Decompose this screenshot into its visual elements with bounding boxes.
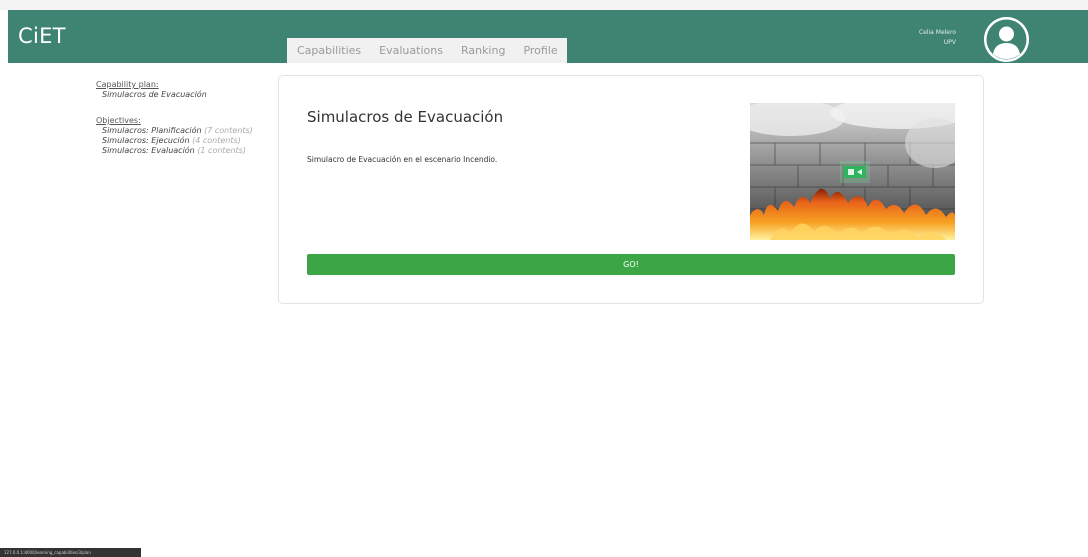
objective-label: Simulacros: Planificación	[102, 126, 202, 135]
capability-plan-heading: Capability plan:	[96, 80, 159, 89]
capability-card: Simulacros de Evacuación Simulacro de Ev…	[278, 75, 984, 304]
fire-scene-illustration	[750, 103, 955, 240]
user-icon	[984, 17, 1029, 62]
user-name: Celia Melero	[918, 29, 956, 36]
scenario-image	[750, 103, 955, 240]
capability-sidebar: Capability plan: Simulacros de Evacuació…	[96, 80, 266, 156]
objective-item[interactable]: Simulacros: Ejecución (4 contents)	[96, 136, 266, 146]
app-window: CiET Capabilities Evaluations Ranking Pr…	[0, 0, 1088, 557]
avatar[interactable]	[984, 17, 1029, 62]
objective-label: Simulacros: Evaluación	[102, 146, 195, 155]
objective-count: (4 contents)	[192, 136, 241, 145]
objective-label: Simulacros: Ejecución	[102, 136, 190, 145]
user-org: UPV	[943, 39, 956, 46]
objective-count: (1 contents)	[197, 146, 246, 155]
card-title: Simulacros de Evacuación	[307, 108, 504, 126]
objectives-heading: Objectives:	[96, 116, 141, 125]
go-button[interactable]: GO!	[307, 254, 955, 275]
brand-logo[interactable]: CiET	[18, 24, 66, 48]
window-top-strip	[0, 0, 1088, 10]
main-tabs: Capabilities Evaluations Ranking Profile	[287, 38, 567, 63]
objective-item[interactable]: Simulacros: Planificación (7 contents)	[96, 126, 266, 136]
card-description: Simulacro de Evacuación en el escenario …	[307, 155, 498, 164]
tab-profile[interactable]: Profile	[514, 38, 567, 63]
browser-status-bar: 127.0.0.1:8000/learning_capabilities/3/p…	[0, 548, 141, 557]
objective-count: (7 contents)	[204, 126, 253, 135]
objective-item[interactable]: Simulacros: Evaluación (1 contents)	[96, 146, 266, 156]
tab-evaluations[interactable]: Evaluations	[370, 38, 452, 63]
user-info: Celia Melero UPV	[919, 28, 956, 48]
tab-capabilities[interactable]: Capabilities	[287, 38, 371, 63]
tab-ranking[interactable]: Ranking	[451, 38, 515, 63]
top-header: CiET Capabilities Evaluations Ranking Pr…	[8, 10, 1088, 63]
capability-plan-name: Simulacros de Evacuación	[102, 90, 207, 99]
